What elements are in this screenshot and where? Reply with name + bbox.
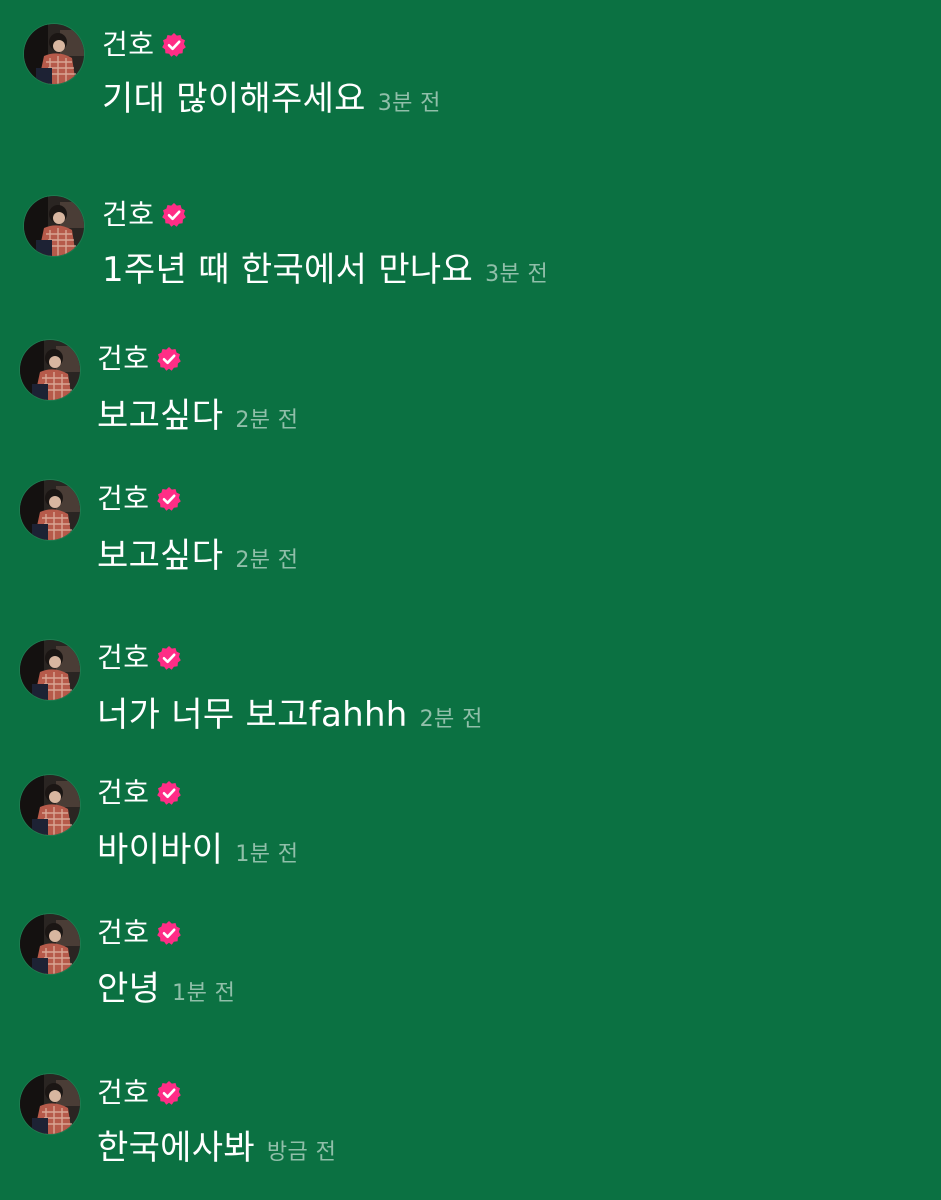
message-body: 보고싶다 2분 전 xyxy=(97,536,298,576)
sender-name[interactable]: 건호 xyxy=(97,776,150,810)
message-header: 건호 xyxy=(97,776,182,810)
message-header: 건호 xyxy=(97,342,182,376)
message-text: 보고싶다 xyxy=(97,396,224,436)
verified-badge-icon xyxy=(156,920,182,946)
message-text: 1주년 때 한국에서 만나요 xyxy=(102,250,474,290)
chat-message: 건호 한국에사봐 방금 전 xyxy=(0,0,941,1168)
timestamp: 방금 전 xyxy=(266,1140,337,1165)
avatar[interactable] xyxy=(20,640,80,700)
message-header: 건호 xyxy=(97,641,182,675)
sender-name[interactable]: 건호 xyxy=(97,916,150,950)
chat-message-list: 건호 기대 많이해주세요 3분 전 건호 1주년 때 한국에서 만나요 3분 전… xyxy=(0,0,941,1200)
message-text: 바이바이 xyxy=(97,830,224,870)
timestamp: 2분 전 xyxy=(235,548,299,573)
message-body: 보고싶다 2분 전 xyxy=(97,396,298,436)
message-body: 바이바이 1분 전 xyxy=(97,830,298,870)
sender-name[interactable]: 건호 xyxy=(102,198,155,232)
message-header: 건호 xyxy=(97,482,182,516)
profile-photo-icon xyxy=(24,196,84,256)
timestamp: 2분 전 xyxy=(419,707,483,732)
avatar[interactable] xyxy=(20,340,80,400)
timestamp: 1분 전 xyxy=(172,981,236,1006)
avatar[interactable] xyxy=(20,1074,80,1134)
verified-badge-icon xyxy=(156,346,182,372)
sender-name[interactable]: 건호 xyxy=(97,1076,150,1110)
message-body: 1주년 때 한국에서 만나요 3분 전 xyxy=(102,250,548,290)
profile-photo-icon xyxy=(20,640,80,700)
sender-name[interactable]: 건호 xyxy=(97,641,150,675)
verified-badge-icon xyxy=(161,202,187,228)
profile-photo-icon xyxy=(20,480,80,540)
verified-badge-icon xyxy=(156,1080,182,1106)
profile-photo-icon xyxy=(20,1074,80,1134)
message-header: 건호 xyxy=(97,1076,182,1110)
avatar[interactable] xyxy=(20,775,80,835)
timestamp: 1분 전 xyxy=(235,842,299,867)
message-text: 보고싶다 xyxy=(97,536,224,576)
message-text: 한국에사봐 xyxy=(97,1128,255,1168)
profile-photo-icon xyxy=(20,775,80,835)
sender-name[interactable]: 건호 xyxy=(97,342,150,376)
message-body: 너가 너무 보고fahhh 2분 전 xyxy=(97,695,483,735)
message-text: 너가 너무 보고fahhh xyxy=(97,695,408,735)
avatar[interactable] xyxy=(20,914,80,974)
message-header: 건호 xyxy=(97,916,182,950)
verified-badge-icon xyxy=(156,486,182,512)
message-header: 건호 xyxy=(102,198,187,232)
timestamp: 3분 전 xyxy=(485,262,549,287)
message-text: 안녕 xyxy=(97,969,161,1009)
verified-badge-icon xyxy=(156,780,182,806)
message-body: 안녕 1분 전 xyxy=(97,969,235,1009)
avatar[interactable] xyxy=(20,480,80,540)
avatar[interactable] xyxy=(24,196,84,256)
message-body: 한국에사봐 방금 전 xyxy=(97,1128,336,1168)
profile-photo-icon xyxy=(20,340,80,400)
profile-photo-icon xyxy=(20,914,80,974)
sender-name[interactable]: 건호 xyxy=(97,482,150,516)
verified-badge-icon xyxy=(156,645,182,671)
timestamp: 2분 전 xyxy=(235,408,299,433)
